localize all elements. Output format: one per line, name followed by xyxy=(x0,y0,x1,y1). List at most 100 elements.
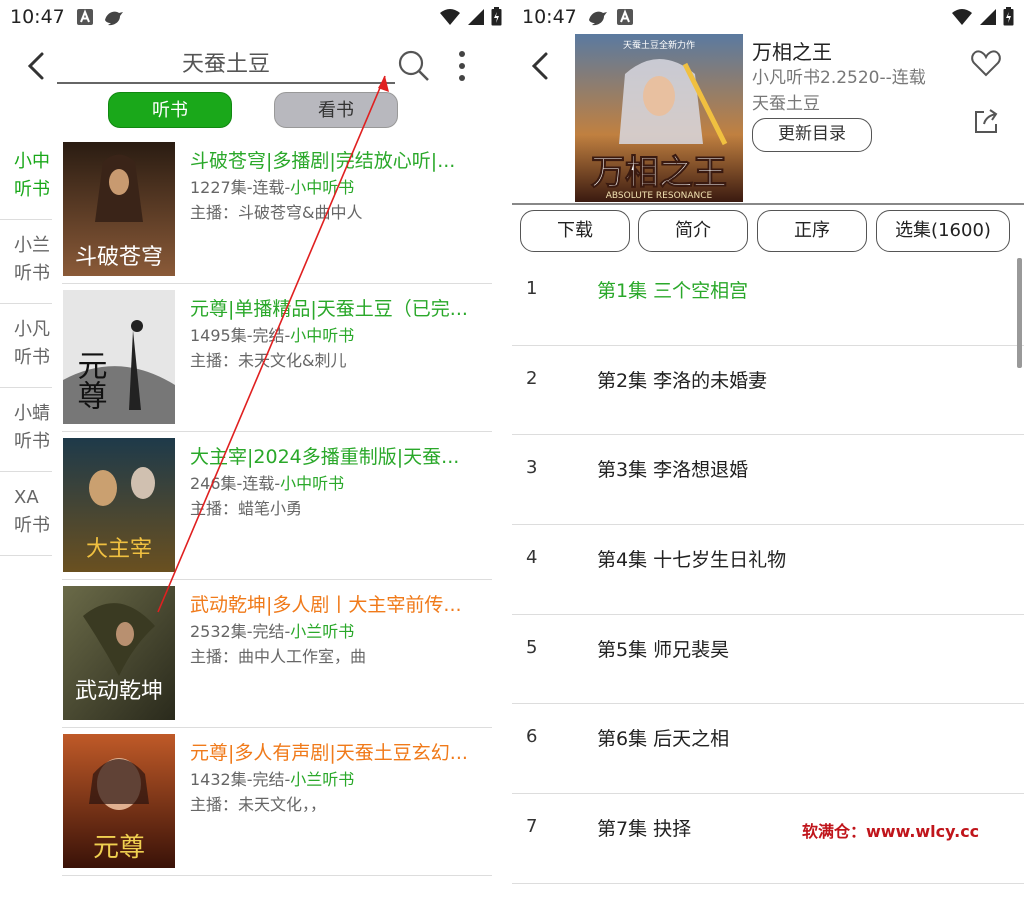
book-cover-image: 元尊 xyxy=(63,290,175,424)
search-icon[interactable] xyxy=(396,48,432,84)
episode-title: 第1集 三个空相宫 xyxy=(597,280,749,302)
screenshot-root: 10:47 天蚕土豆 听书 看书 小中听书 小兰听书 小凡听书 小蜻听书 XA听… xyxy=(0,0,1024,897)
cover-title-text: 斗破苍穹 xyxy=(75,245,163,270)
system-icons xyxy=(951,7,1014,26)
system-icons xyxy=(439,7,502,26)
book-item[interactable]: 大主宰 大主宰|2024多播重制版|天蚕... 246集-连载-小中听书 主播：… xyxy=(62,432,492,580)
book-count: 1227集-连载- xyxy=(190,178,291,197)
cover-title-text: 万相之王 xyxy=(591,153,727,193)
status-time: 10:47 xyxy=(522,6,577,28)
book-meta: 246集-连载-小中听书 xyxy=(190,470,344,494)
book-meta: 1495集-完结-小中听书 xyxy=(190,322,354,346)
book-detail-screen: 10:47 天蚕土豆全新力作 万相之王 ABSOLUTE RESONANCE 万… xyxy=(512,0,1024,897)
book-meta: 1227集-连载-小中听书 xyxy=(190,174,354,198)
cover-title-text: 元尊 xyxy=(93,833,145,863)
update-catalog-button[interactable]: 更新目录 xyxy=(752,118,872,152)
book-source: 小中听书 xyxy=(290,326,355,345)
battery-icon xyxy=(491,7,502,26)
episode-title: 第6集 后天之相 xyxy=(597,728,730,751)
download-button[interactable]: 下载 xyxy=(520,210,630,252)
source-sidebar: 小中听书 小兰听书 小凡听书 小蜻听书 XA听书 xyxy=(0,136,60,556)
notification-a-icon xyxy=(617,9,633,25)
book-author: 天蚕土豆 xyxy=(752,94,820,114)
cover-title-text: 武动乾坤 xyxy=(75,679,163,704)
book-cover-image: 斗破苍穹 xyxy=(63,142,175,276)
tab-listen[interactable]: 听书 xyxy=(108,92,232,128)
source-item-xiaozhong[interactable]: 小中听书 xyxy=(0,136,52,220)
book-item[interactable]: 元尊 元尊|单播精品|天蚕土豆（已完... 1495集-完结-小中听书 主播：未… xyxy=(62,284,492,432)
notification-a-icon xyxy=(77,9,93,25)
book-source: 小兰听书 xyxy=(290,622,355,641)
episode-title: 第5集 师兄裴昊 xyxy=(597,638,730,661)
battery-icon xyxy=(1003,7,1014,26)
tab-read[interactable]: 看书 xyxy=(274,92,398,128)
episode-number: 2 xyxy=(526,367,538,389)
episode-row[interactable]: 4 第4集 十七岁生日礼物 xyxy=(512,525,1024,615)
episode-row[interactable]: 3 第3集 李洛想退婚 xyxy=(512,435,1024,526)
more-options-icon[interactable] xyxy=(450,48,474,84)
episode-row[interactable]: 1 第1集 三个空相宫 xyxy=(512,256,1024,346)
book-count: 246集-连载- xyxy=(190,474,281,493)
search-input[interactable]: 天蚕土豆 xyxy=(57,46,395,84)
episode-row[interactable]: 5 第5集 师兄裴昊 xyxy=(512,615,1024,705)
book-item[interactable]: 斗破苍穹 斗破苍穹|多播剧|完结放心听|... 1227集-连载-小中听书 主播… xyxy=(62,136,492,284)
episode-row[interactable]: 2 第2集 李洛的未婚妻 xyxy=(512,346,1024,436)
book-title: 斗破苍穹|多播剧|完结放心听|... xyxy=(190,150,456,172)
book-title: 元尊|多人有声剧|天蚕土豆玄幻... xyxy=(190,742,468,764)
episode-row[interactable]: 6 第6集 后天之相 xyxy=(512,704,1024,795)
book-host: 主播：曲中人工作室，曲 xyxy=(190,647,367,666)
book-title: 元尊|单播精品|天蚕土豆（已完... xyxy=(190,298,468,320)
detail-cover-image: 天蚕土豆全新力作 万相之王 ABSOLUTE RESONANCE xyxy=(575,34,743,202)
book-item[interactable]: 元尊 元尊|多人有声剧|天蚕土豆玄幻... 1432集-完结-小兰听书 主播：未… xyxy=(62,728,492,876)
search-results-screen: 10:47 天蚕土豆 听书 看书 小中听书 小兰听书 小凡听书 小蜻听书 XA听… xyxy=(0,0,512,897)
sort-order-button[interactable]: 正序 xyxy=(757,210,867,252)
watermark-text: 软满仓：www.wlcy.cc xyxy=(802,822,980,841)
episode-number: 7 xyxy=(526,816,538,838)
source-item-xa[interactable]: XA听书 xyxy=(0,472,52,556)
back-arrow-icon[interactable] xyxy=(20,46,56,86)
book-source-status: 小凡听书2.2520--连载 xyxy=(752,68,926,88)
source-item-xiaolan[interactable]: 小兰听书 xyxy=(0,220,52,304)
signal-icon xyxy=(468,8,484,25)
select-episode-button[interactable]: 选集(1600) xyxy=(876,210,1010,252)
book-source: 小兰听书 xyxy=(290,770,355,789)
episode-title: 第4集 十七岁生日礼物 xyxy=(597,549,787,572)
heart-icon[interactable] xyxy=(970,48,1002,78)
share-icon[interactable] xyxy=(972,108,1000,136)
book-title: 大主宰|2024多播重制版|天蚕... xyxy=(190,446,460,468)
status-bar: 10:47 xyxy=(512,0,1024,36)
episode-title: 第2集 李洛的未婚妻 xyxy=(597,369,768,392)
episode-title: 第7集 抉择 xyxy=(597,818,692,841)
cover-title-text: 元尊 xyxy=(72,350,107,410)
back-arrow-icon[interactable] xyxy=(524,46,560,86)
cover-top-text: 天蚕土豆全新力作 xyxy=(623,39,695,51)
episode-title: 第3集 李洛想退婚 xyxy=(597,459,749,482)
cover-sub-text: ABSOLUTE RESONANCE xyxy=(606,191,713,201)
action-tabs: 下载 简介 正序 选集(1600) xyxy=(520,210,1014,254)
book-cover-image: 大主宰 xyxy=(63,438,175,572)
book-host: 主播：斗破苍穹&曲中人 xyxy=(190,203,363,222)
episode-number: 1 xyxy=(526,278,538,299)
book-meta: 1432集-完结-小兰听书 xyxy=(190,766,354,790)
book-source: 小中听书 xyxy=(290,178,355,197)
book-cover-image: 元尊 xyxy=(63,734,175,868)
episode-number: 5 xyxy=(526,636,538,658)
book-title: 武动乾坤|多人剧丨大主宰前传... xyxy=(190,594,462,616)
episode-number: 3 xyxy=(526,457,538,479)
episode-list: 1 第1集 三个空相宫 2 第2集 李洛的未婚妻 3 第3集 李洛想退婚 4 第… xyxy=(512,256,1024,884)
episode-number: 4 xyxy=(526,547,538,569)
book-host: 主播：未天文化&刺儿 xyxy=(190,351,347,370)
book-source: 小中听书 xyxy=(280,474,345,493)
cover-title-text: 大主宰 xyxy=(86,537,152,562)
book-item[interactable]: 武动乾坤 武动乾坤|多人剧丨大主宰前传... 2532集-完结-小兰听书 主播：… xyxy=(62,580,492,728)
book-host: 主播：蜡笔小勇 xyxy=(190,499,303,518)
intro-button[interactable]: 简介 xyxy=(638,210,748,252)
wifi-icon xyxy=(440,8,460,25)
episode-scrollbar[interactable] xyxy=(1017,258,1022,368)
book-cover-image: 武动乾坤 xyxy=(63,586,175,720)
book-count: 1432集-完结- xyxy=(190,770,291,789)
book-result-list: 斗破苍穹 斗破苍穹|多播剧|完结放心听|... 1227集-连载-小中听书 主播… xyxy=(62,136,492,876)
source-item-xiaoqing[interactable]: 小蜻听书 xyxy=(0,388,52,472)
book-title: 万相之王 xyxy=(752,40,832,64)
source-item-xiaofan[interactable]: 小凡听书 xyxy=(0,304,52,388)
